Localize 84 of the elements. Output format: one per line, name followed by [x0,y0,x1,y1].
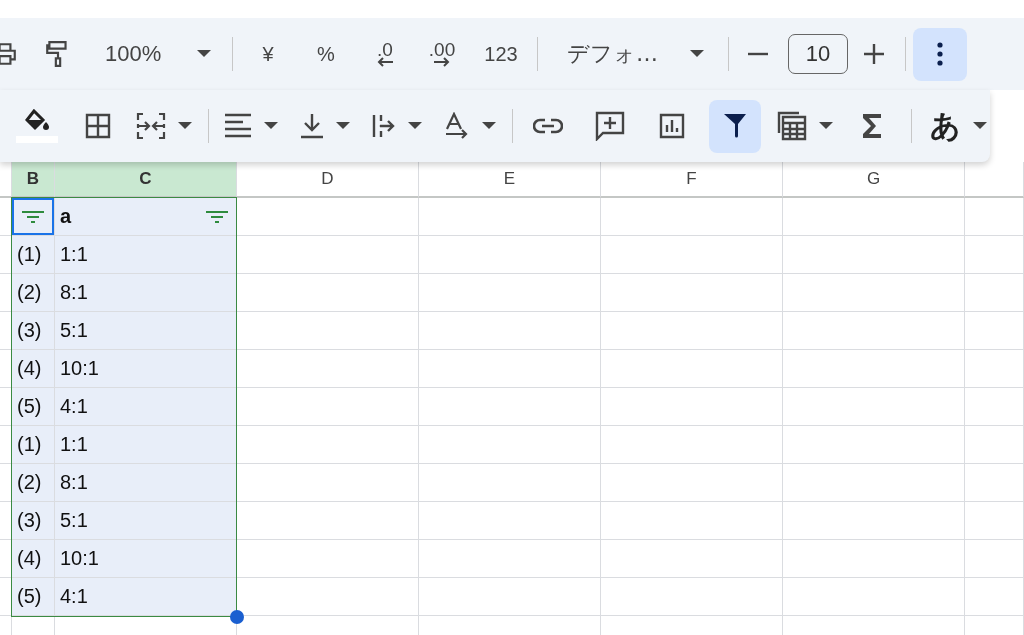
hiragana-label: あ [930,106,961,145]
table-cell [965,540,1024,578]
table-cell[interactable] [12,198,55,236]
table-cell: (2) [12,274,55,312]
font-size-field[interactable]: 10 [788,34,848,74]
table-cell: 1:1 [55,426,237,464]
table-cell: (5) [12,578,55,616]
table-cell: (5) [12,388,55,426]
table-cell: 10:1 [55,350,237,388]
caret-icon [973,122,987,130]
align-left-icon [224,113,252,139]
caret-icon [197,50,211,58]
table-cell: (1) [12,426,55,464]
font-dropdown[interactable]: デフォ… [552,32,710,76]
caret-icon [336,122,350,130]
right-arrow-icon [433,57,451,67]
bar-chart-icon [659,113,685,139]
table-cell: 10:1 [55,540,237,578]
decrease-decimals-button[interactable]: .0 [363,32,407,76]
table-cell: (2) [12,464,55,502]
table-cell [965,350,1024,388]
table-cell: 4:1 [55,388,237,426]
minus-icon [748,52,768,56]
table-cell [965,464,1024,502]
paint-bucket-icon [16,109,58,143]
wrap-arrow-icon [372,113,396,139]
header-label: a [60,205,72,228]
column-header[interactable]: G [783,162,965,198]
table-cell: 5:1 [55,312,237,350]
grid-icon [85,113,111,139]
caret-icon [264,122,278,130]
table-cell: (3) [12,502,55,540]
calculator-icon [777,111,807,141]
down-arrow-icon [300,113,324,139]
caret-icon [690,50,704,58]
table-cell [965,388,1024,426]
zoom-dropdown[interactable]: 100% [92,32,215,76]
merge-icon [136,112,166,140]
table-cell: (1) [12,236,55,274]
caret-icon [482,122,496,130]
currency-button[interactable]: ¥ [246,32,290,76]
table-cell: 1:1 [55,236,237,274]
sigma-icon [862,114,882,138]
table-cell: 5:1 [55,502,237,540]
table-cell [965,198,1024,236]
more-vertical-icon [936,42,944,66]
table-cell: 8:1 [55,464,237,502]
table-cell: (4) [12,350,55,388]
percent-button[interactable]: % [304,32,348,76]
link-icon [533,118,563,134]
comment-plus-icon [595,111,625,141]
table-cell: (3) [12,312,55,350]
filter-button[interactable] [709,99,761,153]
plus-icon [864,44,884,64]
filter-icon[interactable] [206,209,228,224]
column-header[interactable]: D [237,162,419,198]
column-header[interactable]: C [55,162,237,198]
caret-icon [819,122,833,130]
zoom-level: 100% [105,41,162,67]
letter-arrow-icon [444,112,470,140]
table-cell[interactable]: a [55,198,237,236]
column-header[interactable]: B [12,162,55,198]
font-name: デフォ… [567,40,658,68]
table-cell [965,426,1024,464]
table-cell: 4:1 [55,578,237,616]
column-header[interactable]: F [601,162,783,198]
table-cell: (4) [12,540,55,578]
caret-icon [178,122,192,130]
table-cell [965,502,1024,540]
fill-handle[interactable] [230,610,244,624]
left-arrow-icon [376,57,394,67]
more-button[interactable] [913,27,967,81]
table-cell [965,274,1024,312]
filter-icon[interactable] [22,209,44,224]
increase-decimals-button[interactable]: .00 [420,32,464,76]
number-format-button[interactable]: 123 [479,32,523,76]
input-tools-button[interactable]: あ [926,104,991,148]
table-cell [965,236,1024,274]
caret-icon [408,122,422,130]
filter-icon [724,114,746,138]
column-header[interactable]: E [419,162,601,198]
table-cell [965,312,1024,350]
table-cell [965,578,1024,616]
table-cell: 8:1 [55,274,237,312]
